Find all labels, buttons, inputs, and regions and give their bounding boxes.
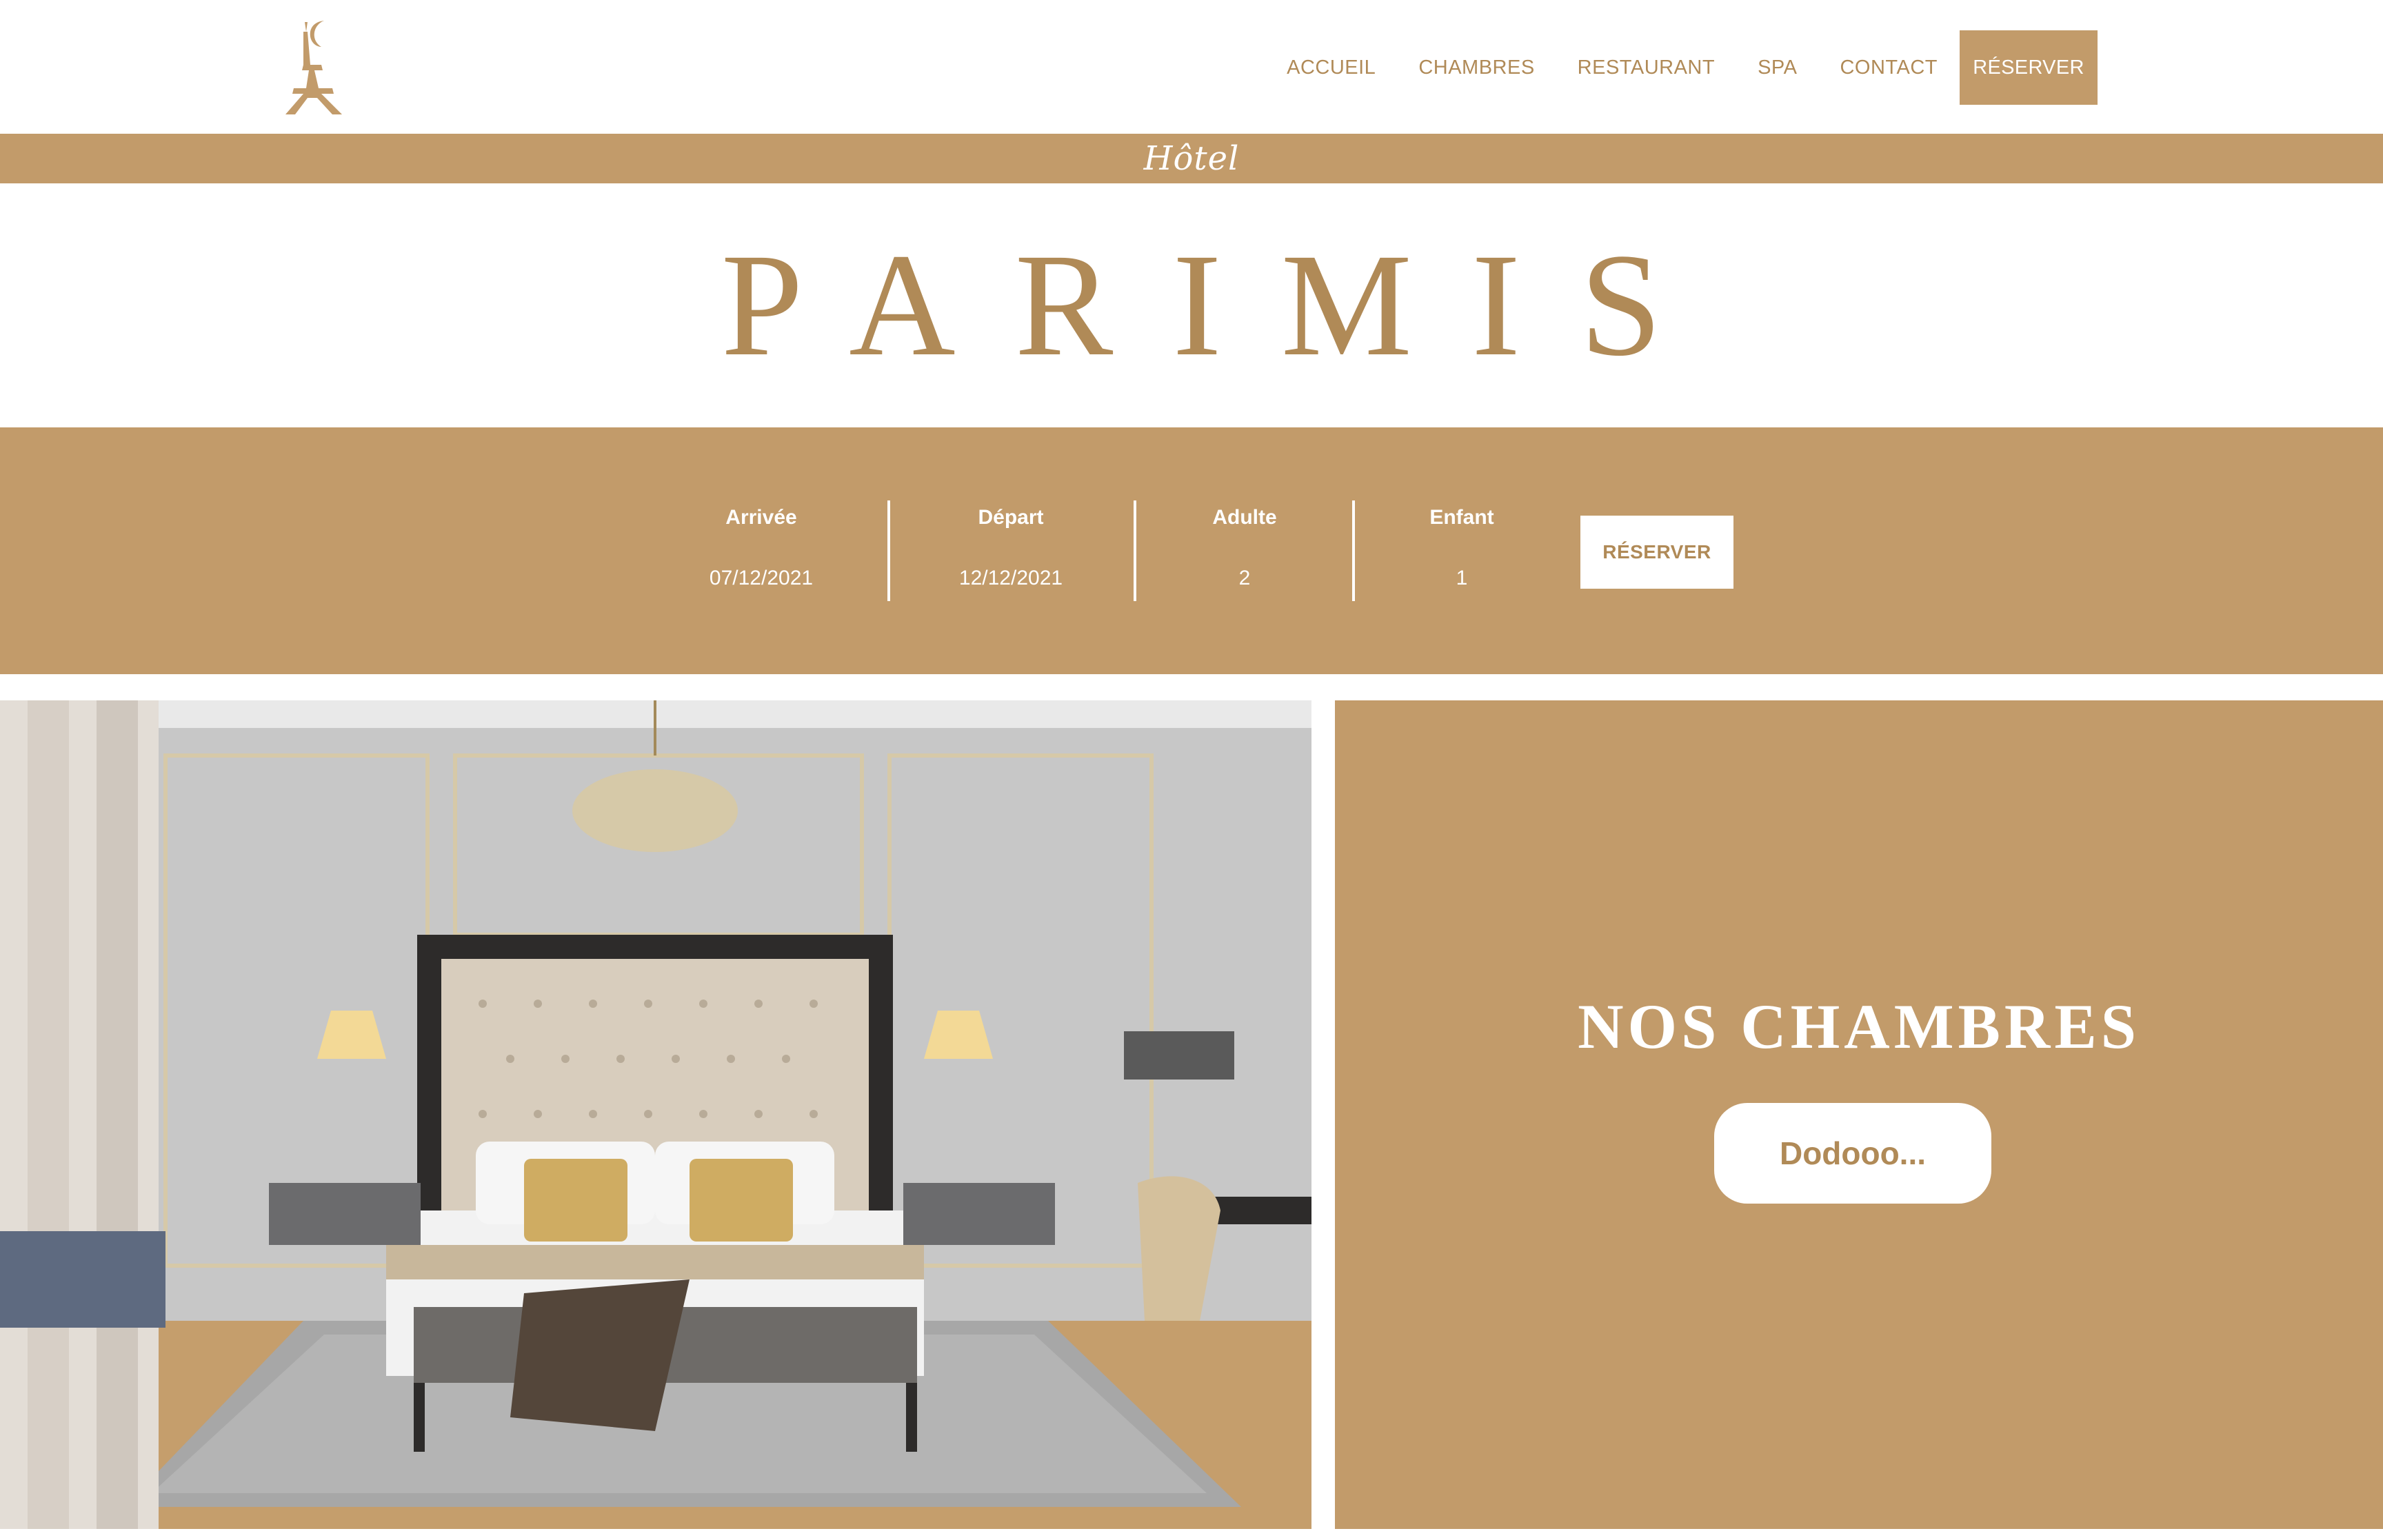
nav-restaurant[interactable]: RESTAURANT xyxy=(1556,57,1736,79)
arrival-value[interactable]: 07/12/2021 xyxy=(692,567,830,590)
eiffel-tower-logo-icon[interactable] xyxy=(283,17,352,117)
children-value[interactable]: 1 xyxy=(1393,567,1531,590)
booking-divider xyxy=(887,500,890,601)
page: ACCUEIL CHAMBRES RESTAURANT SPA CONTACT … xyxy=(0,0,2383,1540)
booking-bar: Arrivée 07/12/2021 Départ 12/12/2021 Adu… xyxy=(0,427,2383,674)
adults-value[interactable]: 2 xyxy=(1176,567,1314,590)
main-nav: ACCUEIL CHAMBRES RESTAURANT SPA CONTACT … xyxy=(1265,30,2098,105)
page-title: PARIMIS xyxy=(721,223,1722,387)
rooms-section-title: NOS CHAMBRES xyxy=(1578,991,2140,1062)
hotel-script-label: Hôtel xyxy=(1143,139,1240,178)
children-field[interactable]: Enfant 1 xyxy=(1393,500,1531,611)
departure-label: Départ xyxy=(978,506,1044,529)
adults-label: Adulte xyxy=(1212,506,1277,529)
nav-accueil[interactable]: ACCUEIL xyxy=(1265,57,1397,79)
booking-divider xyxy=(1352,500,1355,601)
title-section: PARIMIS xyxy=(0,183,2383,427)
booking-reserver-button[interactable]: RÉSERVER xyxy=(1580,516,1733,589)
hotel-band: Hôtel xyxy=(0,134,2383,183)
departure-field[interactable]: Départ 12/12/2021 xyxy=(942,500,1080,611)
nav-chambres[interactable]: CHAMBRES xyxy=(1397,57,1556,79)
rooms-section: NOS CHAMBRES Dodooo... xyxy=(1335,700,2383,1529)
arrival-field[interactable]: Arrivée 07/12/2021 xyxy=(692,500,830,611)
nav-spa[interactable]: SPA xyxy=(1736,57,1818,79)
children-label: Enfant xyxy=(1429,506,1494,529)
departure-value[interactable]: 12/12/2021 xyxy=(942,567,1080,590)
adults-field[interactable]: Adulte 2 xyxy=(1176,500,1314,611)
nav-reserver-button[interactable]: RÉSERVER xyxy=(1960,30,2098,105)
arrival-label: Arrivée xyxy=(725,506,797,529)
rooms-cta-button[interactable]: Dodooo... xyxy=(1714,1103,1991,1204)
booking-divider xyxy=(1134,500,1136,601)
nav-contact[interactable]: CONTACT xyxy=(1818,57,1959,79)
room-photo xyxy=(0,700,1311,1529)
site-header: ACCUEIL CHAMBRES RESTAURANT SPA CONTACT … xyxy=(0,0,2383,134)
